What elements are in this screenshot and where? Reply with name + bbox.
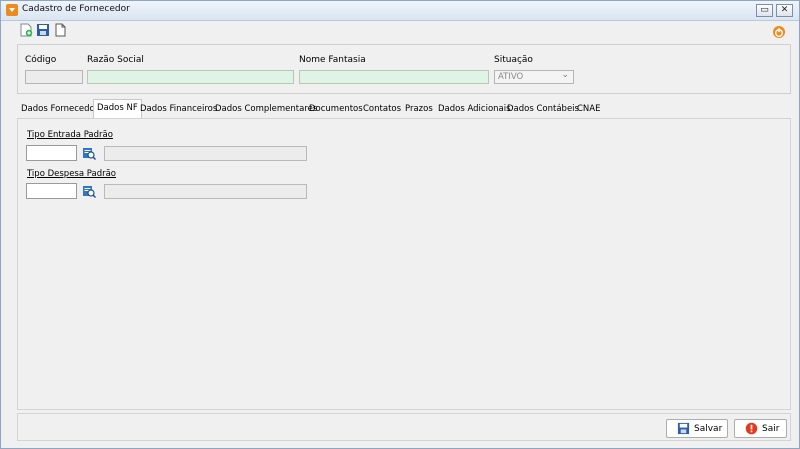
razao-social-label: Razão Social (87, 55, 144, 65)
save-icon (677, 422, 690, 435)
main-window: Cadastro de Fornecedor ▭ ✕ Código Razão … (0, 0, 800, 449)
close-button[interactable]: ✕ (776, 4, 793, 17)
tipo-entrada-code-input[interactable] (26, 145, 77, 161)
tab-dados-adicionais[interactable]: Dados Adicionais (438, 101, 511, 118)
tab-dados-financeiros[interactable]: Dados Financeiros (140, 101, 217, 118)
tab-cnae[interactable]: CNAE (577, 101, 600, 118)
razao-social-field[interactable] (87, 70, 294, 84)
save-button-label: Salvar (694, 424, 723, 434)
app-menu-icon[interactable] (6, 4, 18, 16)
tipo-entrada-label: Tipo Entrada Padrão (27, 130, 113, 140)
tab-documentos[interactable]: Documentos (309, 101, 363, 118)
tipo-despesa-label: Tipo Despesa Padrão (27, 169, 117, 179)
tab-dados-fornecedor[interactable]: Dados Fornecedor (21, 101, 98, 118)
situacao-select[interactable]: ATIVO ⌄ (494, 70, 574, 84)
codigo-label: Código (25, 55, 57, 65)
situacao-label: Situação (494, 55, 533, 65)
tab-dados-nf[interactable]: Dados NF (93, 99, 142, 119)
tipo-despesa-description (104, 184, 307, 199)
exit-button[interactable]: Sair (734, 419, 787, 438)
chevron-down-icon: ⌄ (561, 70, 569, 80)
tipo-entrada-search-icon[interactable] (82, 146, 96, 160)
title-bar[interactable]: Cadastro de Fornecedor ▭ ✕ (1, 1, 799, 21)
nome-fantasia-label: Nome Fantasia (299, 55, 366, 65)
tipo-despesa-search-icon[interactable] (82, 184, 96, 198)
tipo-entrada-description (104, 146, 307, 161)
tipo-despesa-code-input[interactable] (26, 183, 77, 199)
tab-contatos[interactable]: Contatos (363, 101, 401, 118)
tab-dados-contabeis[interactable]: Dados Contábeis (507, 101, 579, 118)
power-icon[interactable] (772, 25, 786, 39)
window-title: Cadastro de Fornecedor (22, 4, 130, 14)
situacao-value: ATIVO (498, 72, 524, 82)
codigo-field[interactable] (25, 70, 83, 84)
restore-button[interactable]: ▭ (756, 4, 773, 17)
save-button[interactable]: Salvar (666, 419, 728, 438)
save-icon[interactable] (36, 23, 50, 37)
header-panel: Código Razão Social Nome Fantasia Situaç… (17, 44, 791, 94)
new-document-icon[interactable] (19, 23, 33, 37)
nome-fantasia-field[interactable] (299, 70, 489, 84)
exit-button-label: Sair (762, 424, 780, 434)
copy-document-icon[interactable] (53, 23, 67, 37)
exit-icon (745, 422, 758, 435)
tab-prazos[interactable]: Prazos (405, 101, 433, 118)
tab-dados-complementares[interactable]: Dados Complementares (215, 101, 317, 118)
tab-page-dados-nf: Tipo Entrada Padrão Tipo Despesa Padrão (17, 118, 791, 410)
